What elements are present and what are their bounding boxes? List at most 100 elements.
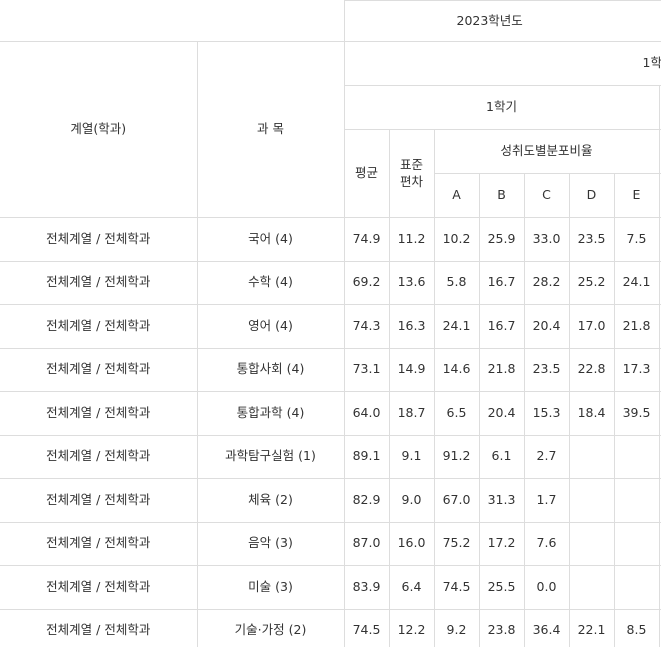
grade-a-cell: 91.2 (433, 434, 480, 479)
grade-c-cell: 33.0 (523, 217, 570, 262)
grade-b-cell: 31.3 (478, 478, 525, 523)
grade-e-cell: 24.1 (613, 260, 660, 305)
table-row: 전체계열 / 전체학과 통합과학 (4) 64.0 18.7 6.5 20.4 15.3 18… (0, 391, 661, 436)
avg-cell: 74.5 (343, 608, 390, 647)
grade-b-cell: 16.7 (478, 260, 525, 305)
dept-cell: 전체계열 / 전체학과 (0, 434, 198, 479)
std-cell: 16.0 (388, 521, 435, 566)
subject-cell: 영어 (4) (196, 304, 345, 349)
avg-cell: 64.0 (343, 391, 390, 436)
grade-a-cell: 5.8 (433, 260, 480, 305)
avg-cell: 73.1 (343, 347, 390, 392)
year-header: 2023학년도 (343, 0, 661, 42)
dept-cell: 전체계열 / 전체학과 (0, 347, 198, 392)
grade-e-cell: 21.8 (613, 304, 660, 349)
grade-c-header: C (523, 173, 570, 218)
distribution-header: 성취도별분포비율 (433, 129, 660, 174)
grade-d-cell: 17.0 (568, 304, 615, 349)
grade-c-cell: 15.3 (523, 391, 570, 436)
grade-c-cell: 23.5 (523, 347, 570, 392)
dept-cell: 전체계열 / 전체학과 (0, 391, 198, 436)
subject-cell: 과학탐구실험 (1) (196, 434, 345, 479)
grade-b-cell: 17.2 (478, 521, 525, 566)
grade-e-cell (613, 478, 660, 523)
grade-e-cell: 39.5 (613, 391, 660, 436)
subject-column-header: 과 목 (196, 41, 345, 218)
grade-header: 1학년 (343, 41, 661, 86)
subject-cell: 미술 (3) (196, 565, 345, 610)
grade-e-cell (613, 521, 660, 566)
grade-d-cell (568, 478, 615, 523)
subject-cell: 수학 (4) (196, 260, 345, 305)
subject-cell: 체육 (2) (196, 478, 345, 523)
grade-a-cell: 14.6 (433, 347, 480, 392)
grade-a-cell: 6.5 (433, 391, 480, 436)
grade-e-cell: 7.5 (613, 217, 660, 262)
grade-b-header: B (478, 173, 525, 218)
grade-d-cell: 18.4 (568, 391, 615, 436)
grade-a-cell: 74.5 (433, 565, 480, 610)
grade-a-cell: 10.2 (433, 217, 480, 262)
grade-b-cell: 20.4 (478, 391, 525, 436)
grade-e-header: E (613, 173, 660, 218)
std-cell: 11.2 (388, 217, 435, 262)
avg-cell: 89.1 (343, 434, 390, 479)
grade-c-cell: 2.7 (523, 434, 570, 479)
grade-e-cell (613, 565, 660, 610)
dept-cell: 전체계열 / 전체학과 (0, 608, 198, 647)
grade-d-cell: 25.2 (568, 260, 615, 305)
grade-c-cell: 0.0 (523, 565, 570, 610)
grade-a-header: A (433, 173, 480, 218)
grade-b-cell: 25.9 (478, 217, 525, 262)
grades-table: 2023학년도 계열(학과) 과 목 1학년 1학기 평균 표준 편차 성취도별… (0, 0, 661, 647)
grade-e-cell (613, 434, 660, 479)
grade-b-cell: 16.7 (478, 304, 525, 349)
table-row: 전체계열 / 전체학과 기술·가정 (2) 74.5 12.2 9.2 23.8 36.4 2… (0, 608, 661, 647)
std-cell: 6.4 (388, 565, 435, 610)
table-row: 전체계열 / 전체학과 통합사회 (4) 73.1 14.9 14.6 21.8 23.5 2… (0, 347, 661, 392)
grade-d-cell (568, 434, 615, 479)
header-spacer (0, 0, 345, 42)
avg-column-header: 평균 (343, 129, 390, 218)
grade-c-cell: 7.6 (523, 521, 570, 566)
grade-b-cell: 21.8 (478, 347, 525, 392)
grade-b-cell: 25.5 (478, 565, 525, 610)
grade-e-cell: 8.5 (613, 608, 660, 647)
table-row: 전체계열 / 전체학과 영어 (4) 74.3 16.3 24.1 16.7 20.4 17.… (0, 304, 661, 349)
grade-e-cell: 17.3 (613, 347, 660, 392)
subject-cell: 기술·가정 (2) (196, 608, 345, 647)
std-cell: 9.0 (388, 478, 435, 523)
grade-a-cell: 24.1 (433, 304, 480, 349)
grade-b-cell: 6.1 (478, 434, 525, 479)
std-cell: 12.2 (388, 608, 435, 647)
grade-a-cell: 9.2 (433, 608, 480, 647)
grade-d-cell: 22.8 (568, 347, 615, 392)
semester-header: 1학기 (343, 85, 660, 130)
table-row: 전체계열 / 전체학과 음악 (3) 87.0 16.0 75.2 17.2 7.6 (0, 521, 661, 566)
dept-cell: 전체계열 / 전체학과 (0, 304, 198, 349)
grades-table-viewport[interactable]: 2023학년도 계열(학과) 과 목 1학년 1학기 평균 표준 편차 성취도별… (0, 0, 661, 647)
grade-c-cell: 1.7 (523, 478, 570, 523)
dept-cell: 전체계열 / 전체학과 (0, 478, 198, 523)
std-cell: 18.7 (388, 391, 435, 436)
std-cell: 9.1 (388, 434, 435, 479)
std-cell: 16.3 (388, 304, 435, 349)
dept-cell: 전체계열 / 전체학과 (0, 565, 198, 610)
grade-a-cell: 67.0 (433, 478, 480, 523)
table-row: 전체계열 / 전체학과 과학탐구실험 (1) 89.1 9.1 91.2 6.1 2.7 (0, 434, 661, 479)
avg-cell: 87.0 (343, 521, 390, 566)
subject-cell: 통합과학 (4) (196, 391, 345, 436)
grade-c-cell: 20.4 (523, 304, 570, 349)
grades-table-body: 전체계열 / 전체학과 국어 (4) 74.9 11.2 10.2 25.9 33.0 23.… (0, 217, 661, 647)
avg-cell: 74.3 (343, 304, 390, 349)
subject-cell: 음악 (3) (196, 521, 345, 566)
std-cell: 13.6 (388, 260, 435, 305)
dept-cell: 전체계열 / 전체학과 (0, 217, 198, 262)
grade-d-header: D (568, 173, 615, 218)
avg-cell: 83.9 (343, 565, 390, 610)
dept-cell: 전체계열 / 전체학과 (0, 521, 198, 566)
grade-b-cell: 23.8 (478, 608, 525, 647)
std-column-header: 표준 편차 (388, 129, 435, 218)
grade-c-cell: 36.4 (523, 608, 570, 647)
grade-c-cell: 28.2 (523, 260, 570, 305)
